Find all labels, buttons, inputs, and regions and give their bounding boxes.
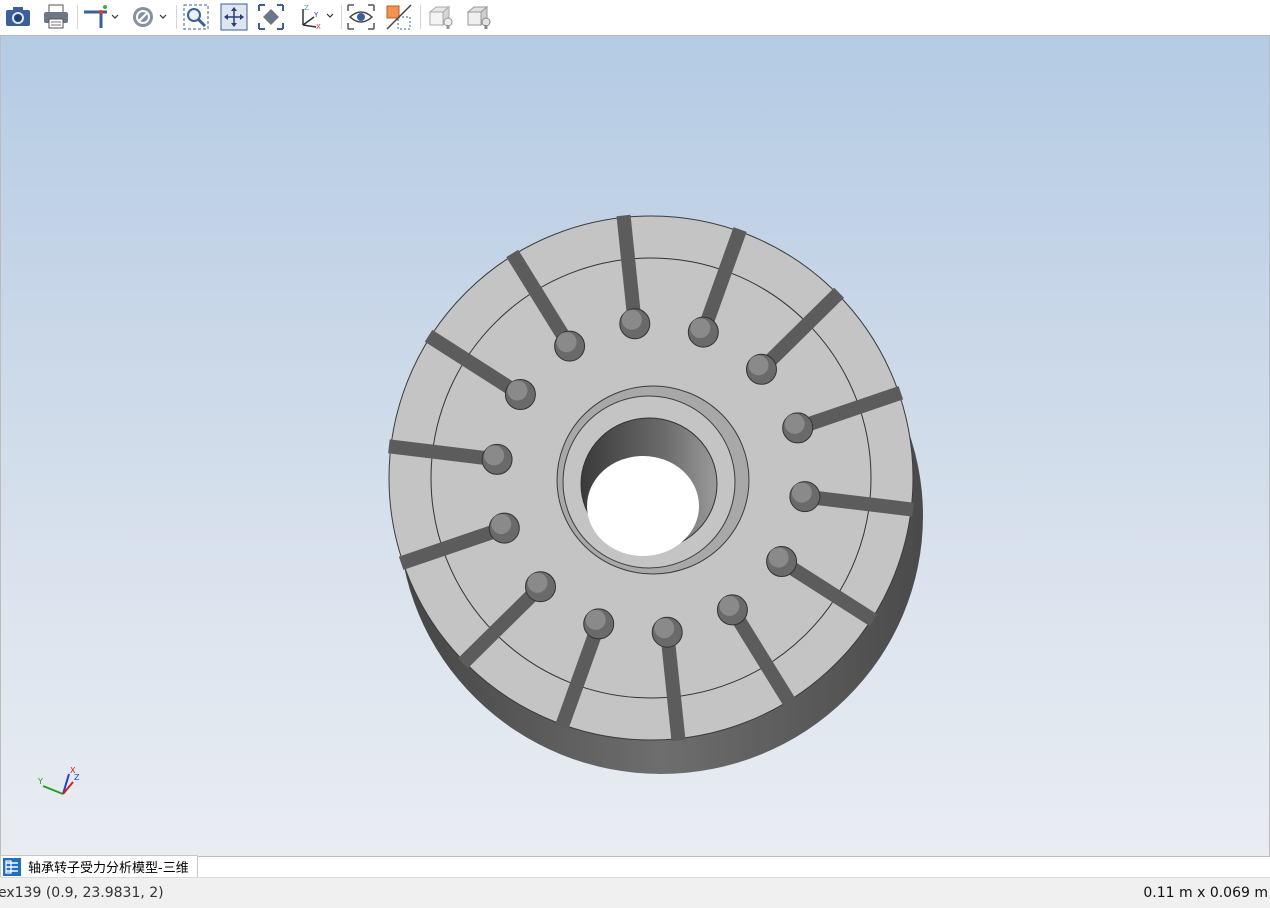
toolbar-separator (341, 5, 342, 29)
toolbar: ZYX (0, 0, 1270, 35)
model-document-icon (3, 857, 21, 876)
slot-hole-highlight (784, 413, 805, 434)
zoom-box-icon[interactable] (180, 2, 212, 32)
eye-icon[interactable] (344, 2, 378, 32)
bore-hole (587, 456, 699, 556)
probe-icon[interactable] (80, 2, 122, 32)
slot-hole-highlight (768, 547, 789, 568)
box-light-2-icon[interactable] (462, 2, 496, 32)
triad-z-label: Z (74, 773, 80, 782)
camera-icon[interactable] (3, 2, 33, 32)
status-bar: ex139 (0.9, 23.9831, 2) 0.11 m x 0.069 m (0, 877, 1270, 908)
slot-hole-highlight (690, 318, 711, 339)
toolbar-separator (420, 5, 421, 29)
slot-hole-highlight (484, 445, 505, 466)
cross-section-icon[interactable] (382, 2, 416, 32)
slot-hole-highlight (791, 482, 812, 503)
slot-hole-highlight (585, 609, 606, 630)
slot-hole-highlight (654, 618, 675, 639)
svg-text:X: X (316, 23, 321, 31)
document-tab-label: 轴承转子受力分析模型-三维 (28, 861, 189, 876)
triad-y-label: Y (37, 777, 43, 786)
pan-icon[interactable] (218, 2, 250, 32)
slot-hole-highlight (748, 355, 769, 376)
no-section-icon[interactable] (128, 2, 170, 32)
document-tab[interactable]: 轴承转子受力分析模型-三维 (0, 855, 198, 877)
zoom-fit-icon[interactable] (255, 2, 287, 32)
3d-viewport[interactable]: Y X Z (0, 35, 1270, 857)
rotor-disc (388, 214, 923, 774)
svg-text:Y: Y (313, 11, 319, 19)
status-model-size: 0.11 m x 0.069 m (1143, 885, 1268, 901)
slot-hole-highlight (719, 595, 740, 616)
axis-orientation-icon[interactable]: ZYX (295, 2, 337, 32)
axis-triad: Y X Z (37, 766, 80, 795)
slot-hole-highlight (491, 514, 512, 535)
slot-hole-highlight (556, 332, 577, 353)
slot-hole-highlight (527, 572, 548, 593)
slot-hole-highlight (621, 309, 642, 330)
rotor-model[interactable] (1, 36, 1270, 857)
svg-text:Z: Z (304, 4, 309, 12)
slot-hole-highlight (507, 380, 528, 401)
status-selection-info: ex139 (0.9, 23.9831, 2) (0, 885, 164, 901)
printer-icon[interactable] (40, 2, 72, 32)
triad-x-line (42, 785, 64, 795)
box-light-icon[interactable] (424, 2, 458, 32)
toolbar-separator (77, 5, 78, 29)
toolbar-separator (176, 5, 177, 29)
